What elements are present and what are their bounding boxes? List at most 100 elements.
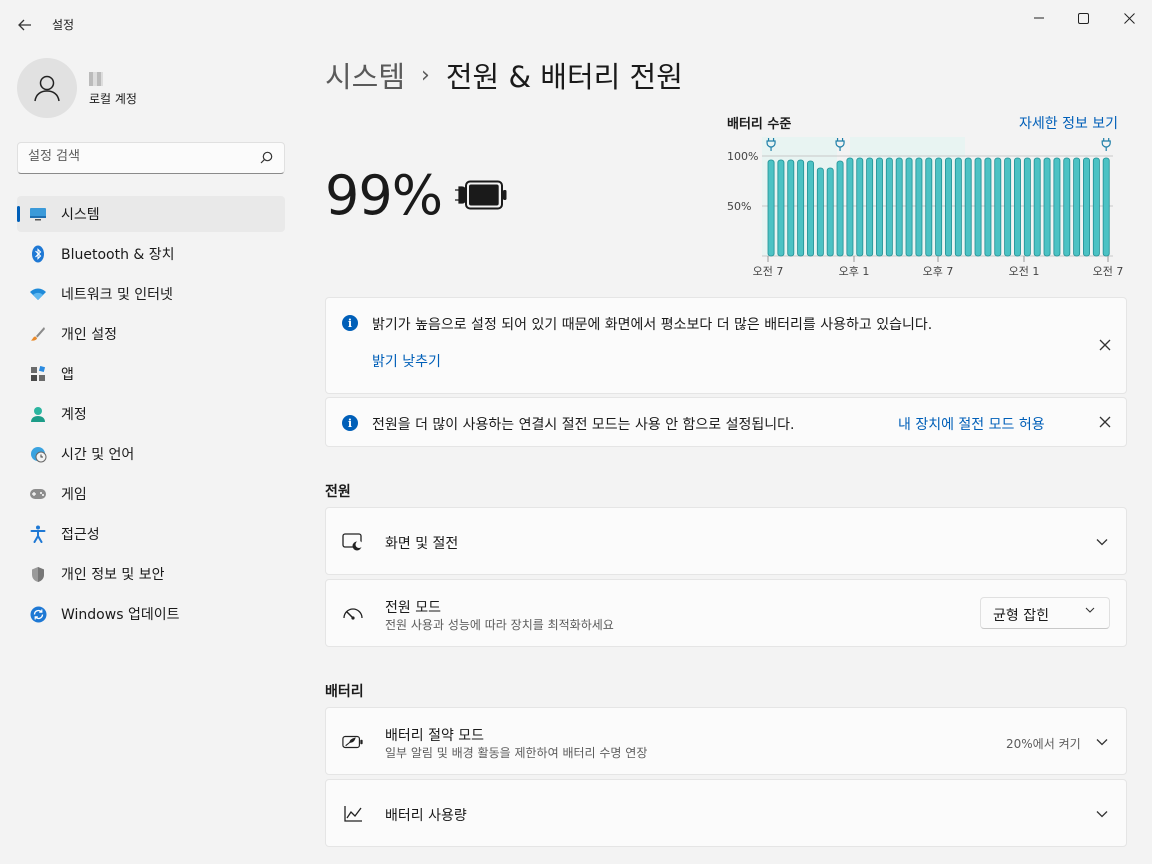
sidebar-item-label: Bluetooth & 장치: [61, 247, 175, 263]
sidebar-item-bluetooth[interactable]: Bluetooth & 장치: [17, 236, 285, 272]
battery-percentage: 99%: [325, 164, 443, 227]
minimize-button[interactable]: [1016, 0, 1062, 36]
sidebar-item-windows-update[interactable]: Windows 업데이트: [17, 596, 285, 632]
close-button[interactable]: [1106, 0, 1152, 36]
chart-bar: [1043, 157, 1051, 257]
chart-bar: [866, 157, 874, 257]
sidebar-item-label: 시간 및 언어: [61, 447, 135, 463]
brush-icon: [29, 325, 47, 343]
person-icon: [34, 75, 60, 102]
back-arrow-icon: [18, 19, 31, 31]
chart-bar: [954, 157, 962, 257]
sidebar-item-apps[interactable]: 앱: [17, 356, 285, 392]
battery-saver-icon: [342, 731, 364, 753]
account-type: 로컬 계정: [89, 92, 137, 106]
chart-bar: [777, 159, 785, 257]
maximize-button[interactable]: [1060, 0, 1106, 36]
close-icon: [1123, 12, 1135, 24]
battery-usage-title: 배터리 사용량: [385, 808, 467, 824]
chart-bar: [876, 157, 883, 257]
chart-bar: [1073, 157, 1081, 257]
sidebar-item-label: 계정: [61, 407, 87, 423]
chevron-down-icon[interactable]: [1094, 806, 1110, 822]
close-icon: [1099, 339, 1111, 351]
gauge-icon: [342, 602, 364, 624]
notice-text: 전원을 더 많이 사용하는 연결시 절전 모드는 사용 안 함으로 설정됩니다.: [372, 417, 795, 433]
chart-bar: [895, 157, 903, 257]
chart-bar: [1033, 157, 1041, 257]
x-tick-label: 오후 1: [839, 265, 870, 278]
allow-sleep-mode-link[interactable]: 내 장치에 절전 모드 허용: [898, 414, 1045, 434]
chart-bar: [885, 157, 893, 257]
avatar[interactable]: [17, 58, 77, 118]
chevron-down-icon[interactable]: [1094, 734, 1110, 750]
battery-saver-subtitle: 일부 알림 및 배경 활동을 제한하여 배터리 수명 연장: [385, 746, 648, 760]
sidebar-nav: 시스템 Bluetooth & 장치 네트워크 및 인터넷 개인 설정 앱 계정: [17, 196, 285, 636]
battery-saver-row[interactable]: 배터리 절약 모드 일부 알림 및 배경 활동을 제한하여 배터리 수명 연장 …: [325, 707, 1127, 775]
chevron-down-icon: [1085, 607, 1095, 613]
chart-bar: [846, 157, 854, 257]
x-tick-label: 오전 1: [1009, 265, 1040, 278]
search-box[interactable]: [17, 142, 285, 174]
dismiss-notice-button[interactable]: [1097, 337, 1113, 353]
chart-bar: [984, 157, 992, 257]
search-input[interactable]: [28, 149, 248, 164]
minimize-icon: [1034, 17, 1044, 19]
power-mode-subtitle: 전원 사용과 성능에 따라 장치를 최적화하세요: [385, 618, 614, 632]
sidebar-item-network[interactable]: 네트워크 및 인터넷: [17, 276, 285, 312]
sidebar-item-label: 개인 정보 및 보안: [61, 567, 165, 583]
sidebar-item-system[interactable]: 시스템: [17, 196, 285, 232]
breadcrumb-parent[interactable]: 시스템: [325, 54, 405, 96]
brightness-notice: i 밝기가 높음으로 설정 되어 있기 때문에 화면에서 평소보다 더 많은 배…: [325, 297, 1127, 394]
close-icon: [1099, 416, 1111, 428]
x-tick-label: 오후 7: [923, 265, 954, 278]
chart-bar: [1053, 157, 1061, 257]
y-tick-label: 100%: [727, 150, 758, 163]
battery-usage-row[interactable]: 배터리 사용량: [325, 779, 1127, 847]
sidebar-item-accessibility[interactable]: 접근성: [17, 516, 285, 552]
sidebar-item-privacy[interactable]: 개인 정보 및 보안: [17, 556, 285, 592]
globe-clock-icon: [29, 445, 47, 463]
details-link[interactable]: 자세한 정보 보기: [1019, 113, 1118, 133]
reduce-brightness-link[interactable]: 밝기 낮추기: [372, 351, 441, 371]
battery-charging-icon: [453, 178, 509, 218]
chart-title: 배터리 수준: [727, 117, 792, 132]
info-icon: i: [342, 415, 358, 431]
chart-bar: [994, 157, 1002, 257]
chart-bar: [1092, 157, 1100, 257]
sidebar-item-time-language[interactable]: 시간 및 언어: [17, 436, 285, 472]
screen-sleep-row[interactable]: 화면 및 절전: [325, 507, 1127, 575]
search-icon[interactable]: [260, 151, 273, 164]
x-tick-label: 오전 7: [1093, 265, 1124, 278]
power-section-title: 전원: [325, 484, 351, 500]
chevron-down-icon[interactable]: [1094, 534, 1110, 550]
charging-plug-icon: [1101, 138, 1111, 151]
title-bar: [0, 0, 1152, 48]
sidebar-item-label: 접근성: [61, 527, 100, 543]
chart-bar: [935, 157, 943, 257]
x-tick-label: 오전 7: [753, 265, 784, 278]
system-icon: [29, 205, 47, 223]
chart-bar: [816, 167, 824, 257]
apps-icon: [29, 365, 47, 383]
back-button[interactable]: [14, 14, 36, 36]
chart-bar: [856, 157, 864, 257]
sidebar-item-accounts[interactable]: 계정: [17, 396, 285, 432]
info-icon: i: [342, 315, 358, 331]
notice-text: 밝기가 높음으로 설정 되어 있기 때문에 화면에서 평소보다 더 많은 배터리…: [372, 317, 933, 333]
accessibility-icon: [29, 525, 47, 543]
sidebar-item-gaming[interactable]: 게임: [17, 476, 285, 512]
wifi-icon: [29, 285, 47, 303]
chart-bar: [1063, 157, 1071, 257]
dismiss-notice-button[interactable]: [1097, 414, 1113, 430]
chart-bar: [836, 160, 844, 257]
chart-bar: [787, 159, 795, 257]
sidebar-item-personalization[interactable]: 개인 설정: [17, 316, 285, 352]
breadcrumb: 시스템 › 전원 & 배터리 전원: [325, 54, 683, 96]
battery-saver-title: 배터리 절약 모드: [385, 728, 485, 744]
person-icon: [29, 405, 47, 423]
gamepad-icon: [29, 485, 47, 503]
battery-saver-value: 20%에서 켜기: [1006, 737, 1081, 751]
power-mode-dropdown[interactable]: 균형 잡힌: [980, 597, 1110, 629]
screen-sleep-icon: [342, 531, 364, 553]
